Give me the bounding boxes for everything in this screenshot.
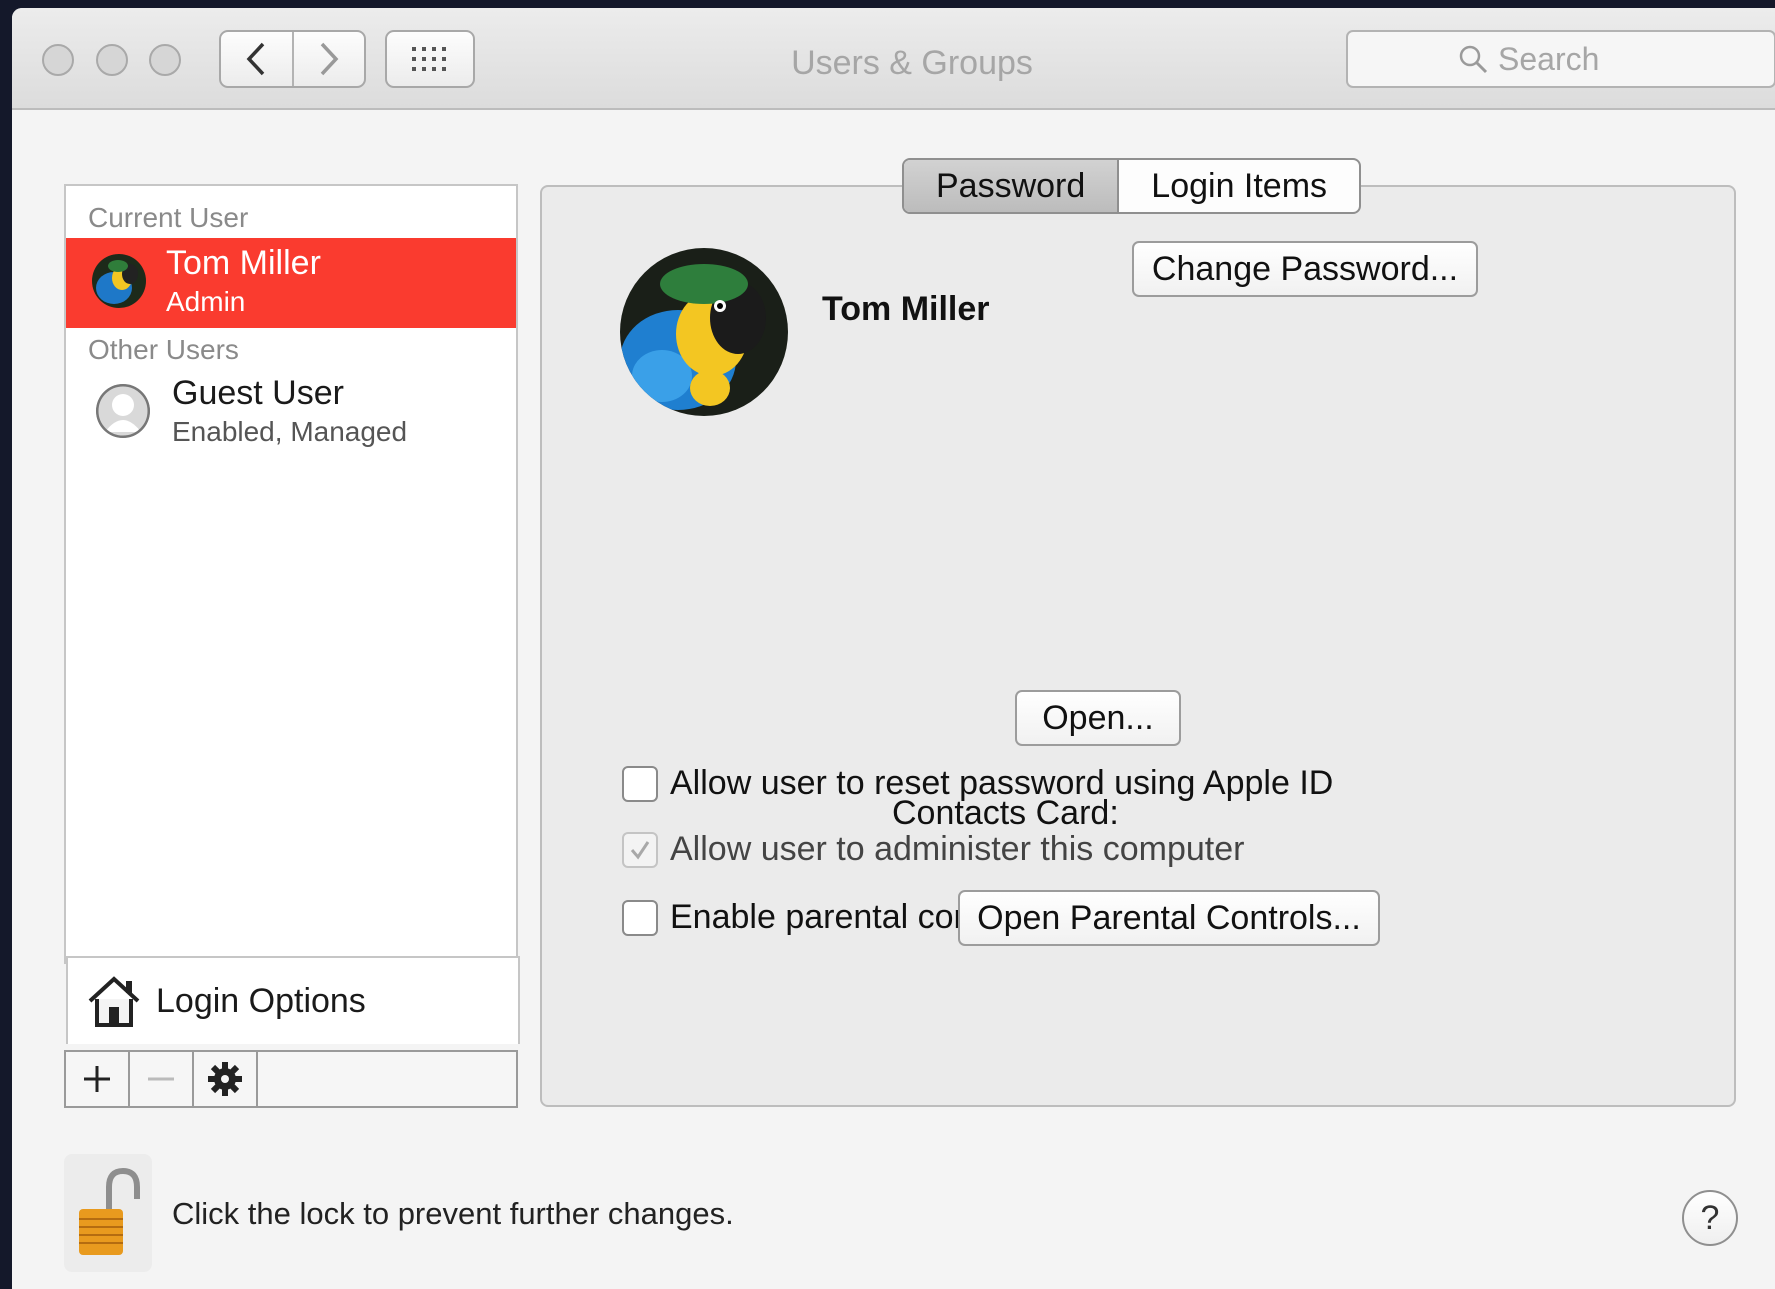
zoom-window-button[interactable] xyxy=(149,44,181,76)
navigation-buttons xyxy=(219,30,366,88)
search-field[interactable]: Search xyxy=(1346,30,1775,88)
current-user-heading: Current User xyxy=(88,202,249,233)
open-parental-controls-button[interactable]: Open Parental Controls... xyxy=(958,890,1380,946)
user-picture[interactable] xyxy=(620,248,788,416)
checkbox-label: Allow user to reset password using Apple… xyxy=(670,764,1334,802)
parental-controls-checkbox[interactable] xyxy=(622,899,658,936)
close-window-button[interactable] xyxy=(42,44,74,76)
administer-computer-checkbox[interactable] xyxy=(622,831,658,868)
help-button[interactable]: ? xyxy=(1682,1190,1738,1246)
open-contacts-card-button[interactable]: Open... xyxy=(1015,690,1181,746)
grid-icon xyxy=(412,47,446,71)
tab-login-items[interactable]: Login Items xyxy=(1119,160,1359,212)
minimize-window-button[interactable] xyxy=(96,44,128,76)
reset-password-apple-id-row: Allow user to reset password using Apple… xyxy=(622,764,1333,803)
selected-user-name: Tom Miller xyxy=(822,290,990,328)
change-password-button[interactable]: Change Password... xyxy=(1132,241,1478,297)
search-icon xyxy=(1459,45,1488,74)
lock-status-text: Click the lock to prevent further change… xyxy=(172,1196,734,1231)
guest-avatar xyxy=(96,384,150,438)
reset-password-apple-id-checkbox[interactable] xyxy=(622,765,658,802)
back-button[interactable] xyxy=(221,32,292,86)
user-name: Guest User xyxy=(172,374,344,412)
parrot-avatar xyxy=(92,254,146,308)
login-options-label: Login Options xyxy=(156,981,366,1020)
login-options-item[interactable]: Login Options xyxy=(66,956,520,1044)
administer-computer-row: Allow user to administer this computer xyxy=(622,830,1244,869)
forward-button[interactable] xyxy=(291,32,365,86)
show-all-button[interactable] xyxy=(385,30,475,88)
question-mark-icon: ? xyxy=(1700,1198,1720,1237)
add-icon xyxy=(84,1066,110,1092)
user-role: Enabled, Managed xyxy=(172,416,408,447)
unlocked-padlock-icon xyxy=(79,1167,140,1255)
chevron-right-icon xyxy=(320,42,339,76)
window-title: Users & Groups xyxy=(791,44,1033,82)
add-user-button[interactable] xyxy=(66,1052,130,1106)
checkmark-icon xyxy=(630,840,650,859)
user-row-guest-user[interactable]: Guest User Enabled, Managed xyxy=(66,368,516,458)
users-sidebar: Current User Tom Miller Admin Other User… xyxy=(64,184,520,1044)
remove-user-button[interactable] xyxy=(130,1052,194,1106)
gear-icon xyxy=(208,1062,242,1096)
user-role: Admin xyxy=(166,286,246,317)
settings-tabs: Password Login Items xyxy=(902,158,1362,214)
title-bar: Users & Groups Search xyxy=(12,8,1775,110)
remove-icon xyxy=(148,1077,174,1081)
user-name: Tom Miller xyxy=(166,244,321,282)
lock-button[interactable] xyxy=(64,1154,152,1272)
action-menu-button[interactable] xyxy=(194,1052,258,1106)
search-placeholder: Search xyxy=(1498,40,1600,77)
users-groups-window: Users & Groups Search Current User Tom M… xyxy=(12,8,1775,1289)
tab-password[interactable]: Password xyxy=(904,160,1120,212)
house-icon xyxy=(88,976,140,1027)
chevron-left-icon xyxy=(246,42,265,76)
user-row-tom-miller[interactable]: Tom Miller Admin xyxy=(66,238,516,328)
sidebar-toolbar xyxy=(64,1050,518,1108)
other-users-heading: Other Users xyxy=(88,334,239,365)
checkbox-label: Allow user to administer this computer xyxy=(670,830,1245,868)
